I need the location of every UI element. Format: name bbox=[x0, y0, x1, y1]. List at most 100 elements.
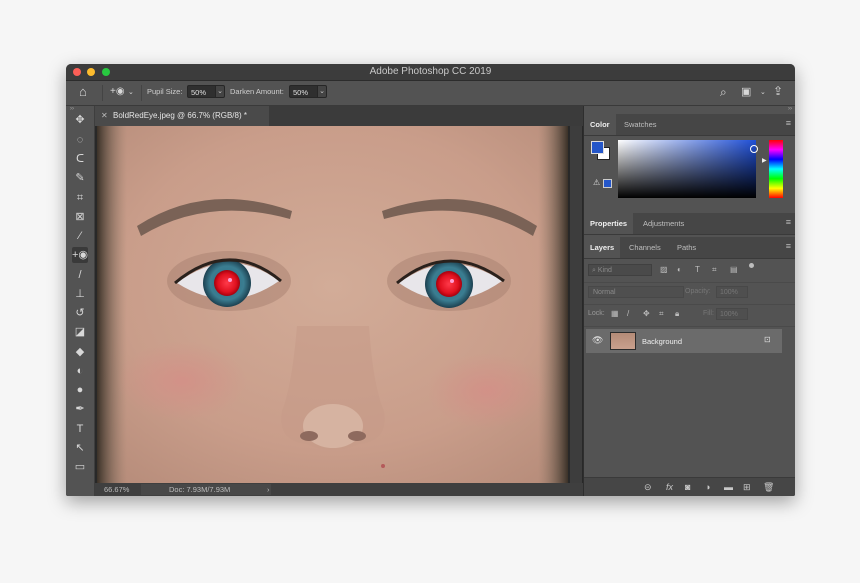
layers-panel-tabs: Layers Channels Paths ≡ bbox=[584, 237, 795, 259]
eraser-tool[interactable]: ◪ bbox=[72, 324, 88, 340]
new-layer-icon[interactable]: ⊞ bbox=[743, 482, 751, 493]
photoshop-window: Adobe Photoshop CC 2019 ⌂ +◉ ⌄ Pupil Siz… bbox=[66, 64, 795, 496]
search-icon[interactable]: ⌕ bbox=[720, 85, 727, 99]
status-bar: 66.67% Doc: 7.93M/7.93M › bbox=[95, 483, 583, 496]
zoom-level[interactable]: 66.67% bbox=[104, 483, 129, 496]
red-eye-tool-preset-icon[interactable]: +◉ bbox=[110, 85, 125, 99]
shape-filter-icon[interactable]: ⌗ bbox=[712, 265, 717, 275]
rectangle-tool[interactable]: ▭ bbox=[72, 459, 88, 475]
filter-toggle-icon[interactable] bbox=[749, 263, 754, 268]
layer-filter-kind[interactable]: ⌕ Kind bbox=[588, 264, 652, 276]
lock-transparent-icon[interactable]: ▦ bbox=[611, 309, 619, 318]
hue-slider[interactable] bbox=[769, 140, 783, 198]
gamut-warning-icon[interactable]: ⚠ bbox=[593, 178, 600, 187]
color-panel-tabs: Color Swatches ≡ bbox=[584, 114, 795, 136]
close-tab-icon[interactable]: ✕ bbox=[101, 106, 108, 126]
opacity-label: Opacity: bbox=[685, 288, 711, 295]
lock-image-icon[interactable]: / bbox=[627, 309, 629, 318]
lock-position-icon[interactable]: ✥ bbox=[643, 309, 650, 318]
panel-menu-icon[interactable]: ≡ bbox=[786, 242, 791, 251]
marquee-tool[interactable]: ◌ bbox=[72, 132, 88, 148]
lasso-tool[interactable]: ᑕ bbox=[72, 151, 88, 167]
fill-field[interactable]: 100% bbox=[716, 308, 748, 320]
color-panel: ⚠ ▶ bbox=[584, 136, 795, 204]
crop-tool[interactable]: ⌗ bbox=[72, 190, 88, 206]
type-tool[interactable]: T bbox=[72, 421, 88, 437]
smart-object-filter-icon[interactable]: ▤ bbox=[730, 265, 738, 274]
eyedropper-tool[interactable]: ⁄ bbox=[72, 228, 88, 244]
panel-menu-icon[interactable]: ≡ bbox=[786, 119, 791, 128]
options-bar: ⌂ +◉ ⌄ Pupil Size: 50% ⌄ Darken Amount: … bbox=[66, 81, 795, 106]
tools-panel: ›› ✥ ◌ ᑕ ✎ ⌗ ⊠ ⁄ +◉ / ⊥ ↺ ◪ ◆ ◐ ● ✒ T ↖ ▭ bbox=[66, 106, 95, 496]
panel-dock: ›› Color Swatches ≡ ⚠ ▶ Properties Adjus… bbox=[583, 106, 795, 496]
pupil-size-field[interactable]: 50% bbox=[187, 85, 217, 98]
panel-menu-icon[interactable]: ≡ bbox=[786, 218, 791, 227]
color-picker-cursor[interactable] bbox=[750, 145, 758, 153]
title-bar: Adobe Photoshop CC 2019 bbox=[66, 64, 795, 81]
doc-size-info: Doc: 7.93M/7.93M bbox=[169, 485, 231, 494]
adjustment-filter-icon[interactable]: ◐ bbox=[677, 265, 682, 274]
darken-amount-label: Darken Amount: bbox=[230, 87, 284, 96]
darken-amount-dropdown[interactable]: ⌄ bbox=[317, 85, 327, 98]
path-select-tool[interactable]: ↖ bbox=[72, 440, 88, 456]
color-field[interactable] bbox=[618, 140, 756, 198]
visibility-eye-icon[interactable]: 👁︎ bbox=[592, 335, 603, 346]
document-tab[interactable]: ✕ BoldRedEye.jpeg @ 66.7% (RGB/8) * bbox=[95, 106, 269, 126]
tab-color[interactable]: Color bbox=[584, 114, 616, 135]
collapse-dock-icon[interactable]: ›› bbox=[788, 106, 792, 112]
blend-mode-select[interactable]: Normal bbox=[588, 286, 684, 298]
type-filter-icon[interactable]: T bbox=[695, 265, 700, 274]
layer-name: Background bbox=[642, 337, 683, 346]
layers-footer: ⊝ fx ◙ ◑ ▬ ⊞ 🗑︎ bbox=[584, 477, 795, 496]
fx-icon[interactable]: fx bbox=[666, 482, 673, 492]
workspace-chevron-icon[interactable]: ⌄ bbox=[760, 86, 766, 100]
dodge-tool[interactable]: ● bbox=[72, 382, 88, 398]
foreground-swatch[interactable] bbox=[591, 141, 604, 154]
tab-layers[interactable]: Layers bbox=[584, 237, 621, 258]
opacity-field[interactable]: 100% bbox=[716, 286, 748, 298]
web-safe-swatch[interactable] bbox=[603, 179, 612, 188]
trash-icon[interactable]: 🗑︎ bbox=[763, 482, 774, 493]
tab-adjustments[interactable]: Adjustments bbox=[637, 213, 690, 234]
workspace-icon[interactable]: ▣ bbox=[741, 85, 751, 99]
hue-slider-handle-icon[interactable]: ▶ bbox=[762, 157, 767, 164]
document-area: ✕ BoldRedEye.jpeg @ 66.7% (RGB/8) * 66.6… bbox=[95, 106, 583, 496]
filter-kind-label: Kind bbox=[597, 267, 612, 274]
brush-tool[interactable]: / bbox=[72, 267, 88, 283]
vertical-scrollbar[interactable] bbox=[570, 126, 582, 483]
blur-tool[interactable]: ◐ bbox=[72, 363, 88, 379]
stamp-tool[interactable]: ⊥ bbox=[72, 286, 88, 302]
add-mask-icon[interactable]: ◙ bbox=[685, 482, 690, 492]
fill-label: Fill: bbox=[703, 310, 714, 317]
layer-thumbnail bbox=[610, 332, 636, 350]
tab-properties[interactable]: Properties bbox=[584, 213, 634, 234]
share-icon[interactable]: ⇪ bbox=[773, 84, 783, 98]
pupil-size-dropdown[interactable]: ⌄ bbox=[215, 85, 225, 98]
lock-all-icon[interactable]: 🔒︎ bbox=[675, 309, 679, 319]
tab-channels[interactable]: Channels bbox=[623, 237, 667, 258]
tab-paths[interactable]: Paths bbox=[671, 237, 702, 258]
document-tab-title: BoldRedEye.jpeg @ 66.7% (RGB/8) * bbox=[113, 111, 247, 120]
new-group-icon[interactable]: ▬ bbox=[724, 482, 733, 492]
tab-swatches[interactable]: Swatches bbox=[618, 114, 663, 135]
lock-artboard-icon[interactable]: ⌗ bbox=[659, 309, 664, 319]
chevron-down-icon[interactable]: ⌄ bbox=[128, 86, 134, 100]
move-tool[interactable]: ✥ bbox=[72, 112, 88, 128]
home-icon[interactable]: ⌂ bbox=[79, 85, 87, 99]
frame-tool[interactable]: ⊠ bbox=[72, 209, 88, 225]
history-brush-tool[interactable]: ↺ bbox=[72, 305, 88, 321]
quick-select-tool[interactable]: ✎ bbox=[72, 170, 88, 186]
darken-amount-field[interactable]: 50% bbox=[289, 85, 319, 98]
red-eye-tool[interactable]: +◉ bbox=[72, 247, 88, 263]
paint-bucket-tool[interactable]: ◆ bbox=[72, 344, 88, 360]
layer-row-background[interactable]: 👁︎ Background ⊡ bbox=[586, 329, 782, 353]
image-canvas[interactable] bbox=[97, 126, 568, 483]
link-layers-icon[interactable]: ⊝ bbox=[644, 482, 652, 493]
adjustment-layer-icon[interactable]: ◑ bbox=[705, 482, 710, 492]
layer-lock-icon: ⊡ bbox=[764, 335, 771, 344]
status-menu-arrow-icon[interactable]: › bbox=[267, 483, 270, 496]
window-title: Adobe Photoshop CC 2019 bbox=[369, 66, 492, 77]
layers-panel: ⌕ Kind ▨ ◐ T ⌗ ▤ Normal Opacity: 100% Lo… bbox=[584, 259, 795, 478]
pen-tool[interactable]: ✒ bbox=[72, 401, 88, 417]
pixel-filter-icon[interactable]: ▨ bbox=[660, 265, 668, 274]
